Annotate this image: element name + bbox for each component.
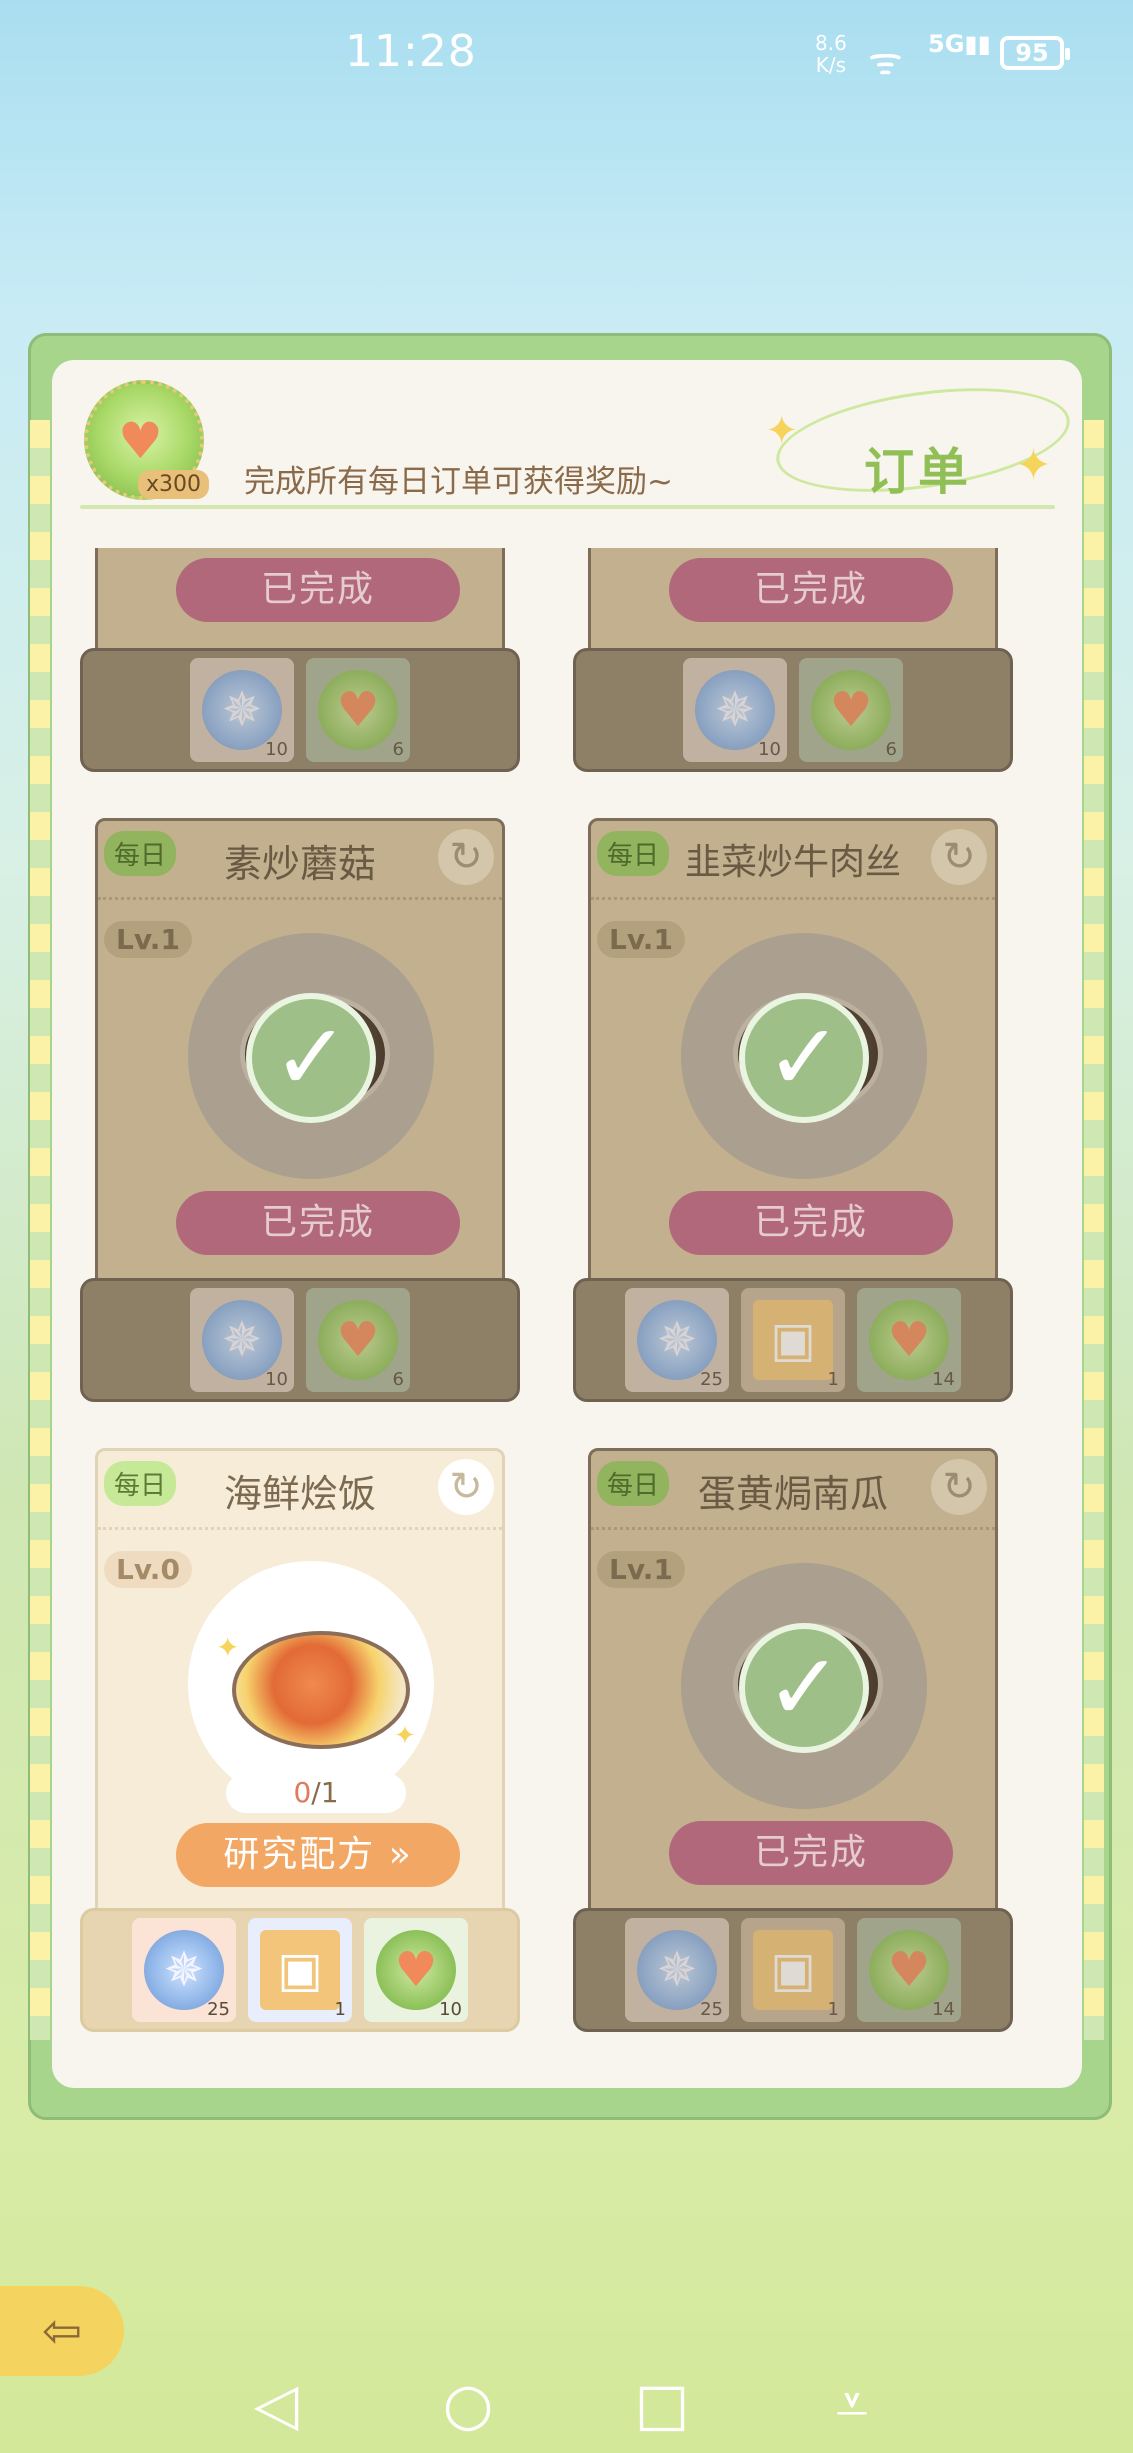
sparkle-icon: ✦ xyxy=(765,408,799,454)
card-body: 已完成 xyxy=(95,548,505,656)
completed-button[interactable]: 已完成 xyxy=(176,1191,460,1255)
card-body: 已完成 xyxy=(588,548,998,656)
nav-back-icon[interactable]: ◁ xyxy=(236,2370,316,2440)
net-speed: 8.6 K/s xyxy=(815,31,847,77)
reward-list: ✵ 10 ♥ 6 xyxy=(80,658,520,762)
signal-icon: 5G▮▮ xyxy=(928,30,991,58)
refresh-icon[interactable]: ↻ xyxy=(438,1459,494,1515)
sparkle-icon: ✦ xyxy=(394,1721,416,1751)
reward-list: ✵ 25 ▣ 1 ♥ 14 xyxy=(573,1918,1013,2022)
clock: 11:28 xyxy=(345,26,477,77)
gift-box-icon: ▣ xyxy=(753,1930,833,2010)
nav-home-icon[interactable]: ○ xyxy=(428,2370,508,2440)
card-body: 每日 素炒蘑菇 ↻ Lv.1 ✓ 已完成 xyxy=(95,818,505,1288)
checkmark-icon: ✓ xyxy=(739,1623,869,1753)
reward-item[interactable]: ♥ 10 xyxy=(364,1918,468,2022)
exit-arrow-icon[interactable]: ⇦ xyxy=(0,2286,124,2376)
reward-item[interactable]: ✵ 25 xyxy=(625,1918,729,2022)
nav-menu-icon[interactable]: ⩡ xyxy=(812,2370,892,2440)
research-recipe-button[interactable]: 研究配方 » xyxy=(176,1823,460,1887)
reward-item[interactable]: ✵ 25 xyxy=(625,1288,729,1392)
completed-button[interactable]: 已完成 xyxy=(176,558,460,622)
level-badge: Lv.1 xyxy=(104,921,192,958)
reward-item[interactable]: ✵ 25 xyxy=(132,1918,236,2022)
header-divider xyxy=(80,505,1055,509)
dish-image xyxy=(232,1631,410,1749)
completed-button[interactable]: 已完成 xyxy=(669,558,953,622)
reward-item[interactable]: ✵ 10 xyxy=(683,658,787,762)
gift-box-icon: ▣ xyxy=(260,1930,340,2010)
reward-item[interactable]: ▣ 1 xyxy=(248,1918,352,2022)
battery-icon: 95 xyxy=(1000,36,1070,70)
checkmark-icon: ✓ xyxy=(739,993,869,1123)
heart-fruit-icon: ♥ xyxy=(869,1300,949,1380)
heart-fruit-icon: ♥ xyxy=(318,1300,398,1380)
reward-item[interactable]: ♥ 14 xyxy=(857,1288,961,1392)
reward-item[interactable]: ▣ 1 xyxy=(741,1288,845,1392)
gift-box-icon: ▣ xyxy=(753,1300,833,1380)
nav-recents-icon[interactable]: □ xyxy=(622,2370,702,2440)
compass-icon: ✵ xyxy=(637,1930,717,2010)
card-body: 每日 海鲜烩饭 ↻ Lv.0 ✦ ✦ 0/1 研究配方 » xyxy=(95,1448,505,1918)
reward-count: x300 xyxy=(138,470,210,499)
refresh-icon[interactable]: ↻ xyxy=(931,1459,987,1515)
heart-fruit-icon: ♥ xyxy=(318,670,398,750)
header-description: 完成所有每日订单可获得奖励~ xyxy=(244,464,673,500)
compass-icon: ✵ xyxy=(202,1300,282,1380)
recipe-progress: 0/1 xyxy=(226,1773,406,1813)
heart-fruit-icon: ♥ xyxy=(811,670,891,750)
refresh-icon[interactable]: ↻ xyxy=(438,829,494,885)
checkmark-icon: ✓ xyxy=(246,993,376,1123)
level-badge: Lv.1 xyxy=(597,921,685,958)
reward-item[interactable]: ✵ 10 xyxy=(190,658,294,762)
reward-list: ✵ 10 ♥ 6 xyxy=(80,1288,520,1392)
level-badge: Lv.0 xyxy=(104,1551,192,1588)
divider xyxy=(98,897,502,900)
reward-item[interactable]: ♥ 6 xyxy=(306,658,410,762)
compass-icon: ✵ xyxy=(144,1930,224,2010)
divider xyxy=(591,1527,995,1530)
reward-item[interactable]: ♥ 14 xyxy=(857,1918,961,2022)
heart-fruit-icon: ♥ xyxy=(869,1930,949,2010)
decor-stripe-right xyxy=(1084,420,1104,2040)
heart-fruit-icon: ♥ xyxy=(118,412,163,470)
level-badge: Lv.1 xyxy=(597,1551,685,1588)
wifi-icon: ᯤ xyxy=(868,39,903,83)
completed-button[interactable]: 已完成 xyxy=(669,1821,953,1885)
card-body: 每日 韭菜炒牛肉丝 ↻ Lv.1 ✓ 已完成 xyxy=(588,818,998,1288)
card-body: 每日 蛋黄焗南瓜 ↻ Lv.1 ✓ 已完成 xyxy=(588,1448,998,1918)
reward-item[interactable]: ▣ 1 xyxy=(741,1918,845,2022)
compass-icon: ✵ xyxy=(695,670,775,750)
divider xyxy=(591,897,995,900)
reward-list: ✵ 25 ▣ 1 ♥ 14 xyxy=(573,1288,1013,1392)
compass-icon: ✵ xyxy=(637,1300,717,1380)
heart-fruit-icon: ♥ xyxy=(376,1930,456,2010)
page-title: 订单 xyxy=(864,443,972,501)
completed-button[interactable]: 已完成 xyxy=(669,1191,953,1255)
refresh-icon[interactable]: ↻ xyxy=(931,829,987,885)
divider xyxy=(98,1527,502,1530)
sparkle-icon: ✦ xyxy=(1015,440,1052,491)
reward-item[interactable]: ♥ 6 xyxy=(306,1288,410,1392)
reward-item[interactable]: ♥ 6 xyxy=(799,658,903,762)
reward-list: ✵ 25 ▣ 1 ♥ 10 xyxy=(80,1918,520,2022)
status-bar: 11:28 8.6 K/s ᯤ 5G▮▮ 95 xyxy=(0,0,1133,110)
compass-icon: ✵ xyxy=(202,670,282,750)
decor-stripe-left xyxy=(30,420,50,2040)
sparkle-icon: ✦ xyxy=(216,1631,240,1664)
reward-list: ✵ 10 ♥ 6 xyxy=(573,658,1013,762)
reward-item[interactable]: ✵ 10 xyxy=(190,1288,294,1392)
